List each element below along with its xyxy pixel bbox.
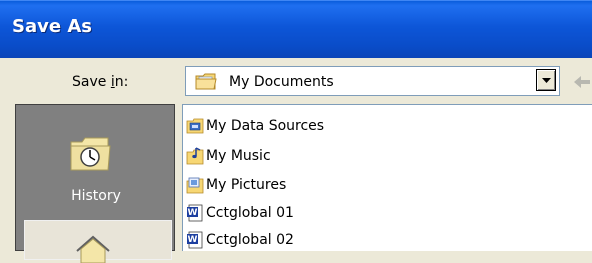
places-item-label: History xyxy=(71,188,121,204)
music-folder-icon xyxy=(186,147,204,165)
file-name: My Pictures xyxy=(206,177,287,193)
file-name: Cctglobal 02 xyxy=(206,232,294,248)
data-sources-folder-icon xyxy=(186,118,204,134)
my-documents-folder-icon xyxy=(195,73,217,90)
dropdown-arrow-button[interactable] xyxy=(536,69,556,91)
save-in-label: Save in: xyxy=(72,74,129,90)
back-arrow-icon[interactable] xyxy=(572,74,592,90)
save-in-value: My Documents xyxy=(229,74,334,90)
places-item-desktop[interactable] xyxy=(24,220,172,263)
list-item[interactable]: My Pictures xyxy=(186,174,446,196)
word-document-icon: W xyxy=(187,231,203,249)
word-document-icon: W xyxy=(187,204,203,222)
save-in-dropdown[interactable]: My Documents xyxy=(185,66,560,96)
house-icon xyxy=(76,235,110,263)
list-item[interactable]: My Music xyxy=(186,145,446,167)
places-item-history[interactable]: History xyxy=(28,112,164,212)
pictures-folder-icon xyxy=(186,177,204,194)
list-item[interactable]: W Cctglobal 01 xyxy=(186,202,446,224)
history-folder-icon xyxy=(70,137,111,171)
window-title: Save As xyxy=(12,16,92,37)
list-item[interactable]: W Cctglobal 02 xyxy=(186,229,446,251)
list-item[interactable]: My Data Sources xyxy=(186,115,446,137)
chevron-down-icon xyxy=(542,78,551,83)
file-name: My Music xyxy=(206,148,271,164)
file-name: My Data Sources xyxy=(206,118,325,134)
svg-text:W: W xyxy=(188,208,198,218)
svg-text:W: W xyxy=(188,235,198,245)
file-name: Cctglobal 01 xyxy=(206,205,294,221)
title-bar[interactable]: Save As xyxy=(0,0,592,58)
